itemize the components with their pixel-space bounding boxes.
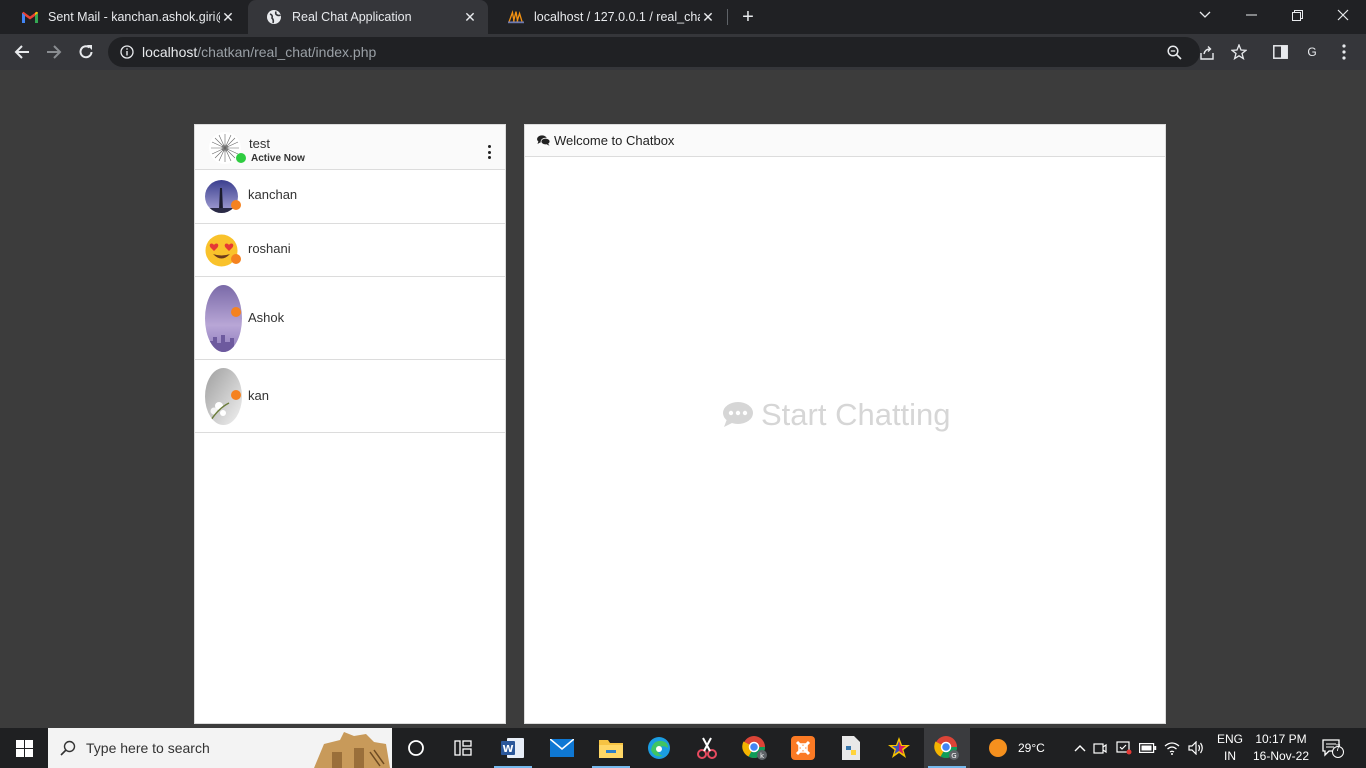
minimize-icon[interactable] <box>1228 0 1274 30</box>
chrome-profile-k-icon[interactable]: k <box>732 728 778 768</box>
tab-search-icon[interactable] <box>1182 0 1228 30</box>
taskbar-clock[interactable]: 10:17 PM 16-Nov-22 <box>1250 731 1312 765</box>
language-code: ENG <box>1216 732 1243 746</box>
start-chatting-text: Start Chatting <box>761 397 951 432</box>
taskbar-search-box[interactable]: Type here to search <box>48 728 392 768</box>
close-window-icon[interactable] <box>1320 0 1366 30</box>
wifi-icon[interactable] <box>1160 741 1184 755</box>
tab-strip: Sent Mail - kanchan.ashok.giri@g ✕ Real … <box>0 0 1366 34</box>
user-item-ashok[interactable]: Ashok <box>195 277 505 360</box>
current-user-header: test Active Now <box>195 125 505 170</box>
word-app-icon[interactable]: W <box>490 728 536 768</box>
search-icon <box>60 740 76 756</box>
address-bar[interactable]: localhost/chatkan/real_chat/index.php <box>108 37 1247 67</box>
url-host: localhost <box>142 44 198 60</box>
svg-text:W: W <box>502 744 513 755</box>
user-avatar <box>205 285 242 352</box>
zoom-icon[interactable] <box>1166 44 1182 60</box>
search-placeholder: Type here to search <box>86 740 210 756</box>
security-icon[interactable] <box>1112 741 1136 755</box>
tab-separator <box>727 9 728 25</box>
meet-now-icon[interactable] <box>1088 741 1112 755</box>
volume-icon[interactable] <box>1184 741 1208 755</box>
tab-title: Real Chat Application <box>292 10 412 24</box>
weather-temperature: 29°C <box>1018 741 1045 755</box>
chevron-up-icon[interactable] <box>1072 744 1088 752</box>
forward-icon[interactable] <box>40 38 68 66</box>
star-app-icon[interactable] <box>876 728 922 768</box>
xampp-icon[interactable] <box>780 728 826 768</box>
share-icon[interactable] <box>1199 44 1215 60</box>
notification-center-icon[interactable]: 7 <box>1322 728 1344 768</box>
more-options-icon[interactable] <box>487 145 491 159</box>
tab-title: localhost / 127.0.0.1 / real_chat / <box>534 10 700 24</box>
notification-count: 7 <box>1335 743 1341 753</box>
user-item-kan[interactable]: kan <box>195 360 505 433</box>
svg-text:G: G <box>951 752 956 760</box>
python-file-icon[interactable] <box>828 728 874 768</box>
user-name: kanchan <box>248 187 298 202</box>
empty-chat-placeholder: Start Chatting <box>723 397 951 433</box>
globe-icon <box>266 9 282 25</box>
browser-toolbar: localhost/chatkan/real_chat/index.php G <box>0 34 1366 70</box>
online-status-dot <box>236 153 246 163</box>
user-name: roshani <box>248 241 291 256</box>
current-user-status: Active Now <box>251 153 305 164</box>
weather-widget[interactable]: 29°C <box>988 728 1045 768</box>
region-code: IN <box>1224 749 1236 763</box>
user-name: kan <box>248 388 269 403</box>
bookmark-star-icon[interactable] <box>1231 44 1247 60</box>
chat-panel: Welcome to Chatbox Start Chatting <box>524 124 1166 724</box>
tab-sent-mail[interactable]: Sent Mail - kanchan.ashok.giri@g ✕ <box>4 0 246 34</box>
user-item-kanchan[interactable]: kanchan <box>195 170 505 224</box>
current-user-name: test <box>249 136 270 151</box>
clock-date: 16-Nov-22 <box>1252 749 1310 763</box>
comment-dots-icon <box>723 402 753 428</box>
sun-icon <box>988 738 1008 758</box>
snipping-tool-icon[interactable] <box>684 728 730 768</box>
clock-time: 10:17 PM <box>1255 732 1307 746</box>
tab-phpmyadmin[interactable]: localhost / 127.0.0.1 / real_chat / ✕ <box>490 0 726 34</box>
battery-icon[interactable] <box>1136 743 1160 753</box>
url-path: /chatkan/real_chat/index.php <box>197 44 377 60</box>
tab-close-icon[interactable]: ✕ <box>220 9 236 25</box>
profile-avatar[interactable]: G <box>1302 42 1322 62</box>
url-text: localhost/chatkan/real_chat/index.php <box>142 44 376 60</box>
tab-title: Sent Mail - kanchan.ashok.giri@g <box>48 10 220 24</box>
phpmyadmin-icon <box>508 9 524 25</box>
task-view-icon[interactable] <box>393 728 439 768</box>
tab-real-chat[interactable]: Real Chat Application ✕ <box>248 0 488 34</box>
system-tray <box>1072 728 1208 768</box>
mail-app-icon[interactable] <box>539 728 585 768</box>
chrome-menu-icon[interactable] <box>1334 42 1354 62</box>
windows-start-icon[interactable] <box>0 728 48 768</box>
user-name: Ashok <box>248 310 285 325</box>
offline-status-dot <box>231 307 241 317</box>
side-panel-icon[interactable] <box>1270 42 1290 62</box>
back-icon[interactable] <box>8 38 36 66</box>
file-explorer-icon[interactable] <box>588 728 634 768</box>
widgets-icon[interactable] <box>440 728 486 768</box>
windows-taskbar: Type here to search W k G 29°C ENG IN 10… <box>0 728 1366 768</box>
tab-close-icon[interactable]: ✕ <box>700 9 716 25</box>
offline-status-dot <box>231 254 241 264</box>
users-panel: test Active Now kanchan roshani Ashok ka… <box>194 124 506 724</box>
reload-icon[interactable] <box>72 38 100 66</box>
offline-status-dot <box>231 390 241 400</box>
gmail-icon <box>22 9 38 25</box>
user-item-roshani[interactable]: roshani <box>195 224 505 277</box>
search-highlight-illustration <box>314 730 390 768</box>
tab-close-icon[interactable]: ✕ <box>462 9 478 25</box>
edge-browser-icon[interactable] <box>636 728 682 768</box>
chrome-profile-g-icon[interactable]: G <box>924 728 970 768</box>
language-indicator[interactable]: ENG IN <box>1214 731 1246 765</box>
chat-header: Welcome to Chatbox <box>525 125 1165 157</box>
new-tab-button[interactable]: + <box>736 6 760 28</box>
restore-icon[interactable] <box>1274 0 1320 30</box>
comments-icon <box>537 135 550 146</box>
info-icon[interactable] <box>120 45 134 59</box>
chat-header-title: Welcome to Chatbox <box>554 133 675 148</box>
offline-status-dot <box>231 200 241 210</box>
